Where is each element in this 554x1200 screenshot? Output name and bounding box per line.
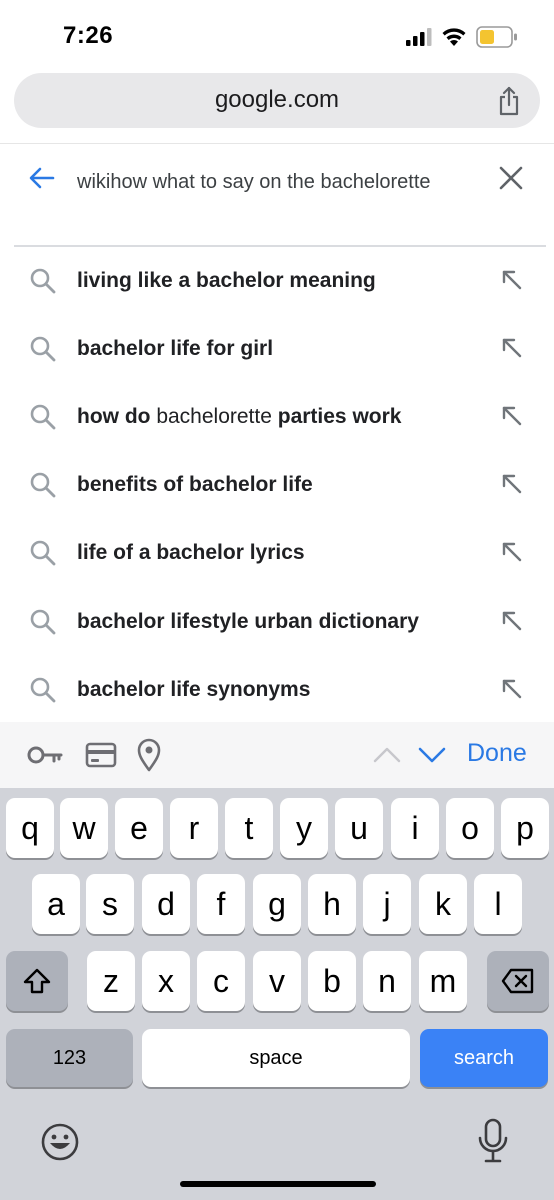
cellular-signal-icon xyxy=(406,28,432,46)
key-d[interactable]: d xyxy=(142,874,190,934)
key-k[interactable]: k xyxy=(419,874,467,934)
key-icon[interactable] xyxy=(27,743,63,767)
key-c[interactable]: c xyxy=(197,951,245,1011)
search-key[interactable]: search xyxy=(420,1029,548,1087)
shift-icon xyxy=(23,968,51,994)
keyboard-accessory-bar: Done xyxy=(0,722,554,788)
url-text[interactable]: google.com xyxy=(14,86,540,114)
numbers-key[interactable]: 123 xyxy=(6,1029,133,1087)
key-j[interactable]: j xyxy=(363,874,411,934)
suggestion-text: bachelor life for girl xyxy=(77,337,273,361)
suggestion-text: living like a bachelor meaning xyxy=(77,269,376,293)
suggestion-text: how do bachelorette parties work xyxy=(77,405,401,429)
suggestion-bold: life of a bachelor lyrics xyxy=(77,541,305,564)
suggestion-item[interactable]: living like a bachelor meaning xyxy=(0,248,554,316)
suggestion-item[interactable]: bachelor life for girl xyxy=(0,316,554,384)
fill-query-arrow-icon[interactable] xyxy=(500,268,524,292)
key-f[interactable]: f xyxy=(197,874,245,934)
fill-query-arrow-icon[interactable] xyxy=(500,404,524,428)
chevron-down-icon[interactable] xyxy=(417,744,447,766)
suggestion-item[interactable]: benefits of bachelor life xyxy=(0,452,554,520)
key-o[interactable]: o xyxy=(446,798,494,858)
key-w[interactable]: w xyxy=(60,798,108,858)
search-icon xyxy=(30,677,56,703)
fill-query-arrow-icon[interactable] xyxy=(500,336,524,360)
search-icon xyxy=(30,336,56,362)
key-h[interactable]: h xyxy=(308,874,356,934)
suggestion-bold: bachelor life synonyms xyxy=(77,678,311,701)
suggestion-item[interactable]: how do bachelorette parties work xyxy=(0,384,554,452)
search-icon xyxy=(30,268,56,294)
keyboard: 123 space search qwertyuiop asdfghjkl zxcv… xyxy=(0,788,554,1200)
back-arrow-icon[interactable] xyxy=(28,164,56,192)
divider xyxy=(14,245,546,247)
key-v[interactable]: v xyxy=(253,951,301,1011)
microphone-icon[interactable] xyxy=(476,1118,510,1164)
suggestion-bold: bachelor lifestyle urban dictionary xyxy=(77,610,419,633)
key-y[interactable]: y xyxy=(280,798,328,858)
key-z[interactable]: z xyxy=(87,951,135,1011)
search-icon xyxy=(30,540,56,566)
suggestion-bold: how do xyxy=(77,405,151,428)
address-bar[interactable]: google.com xyxy=(14,73,540,128)
fill-query-arrow-icon[interactable] xyxy=(500,540,524,564)
divider xyxy=(0,143,554,144)
fill-query-arrow-icon[interactable] xyxy=(500,677,524,701)
key-i[interactable]: i xyxy=(391,798,439,858)
key-n[interactable]: n xyxy=(363,951,411,1011)
fill-query-arrow-icon[interactable] xyxy=(500,609,524,633)
key-x[interactable]: x xyxy=(142,951,190,1011)
key-m[interactable]: m xyxy=(419,951,467,1011)
suggestion-bold: benefits of bachelor life xyxy=(77,473,313,496)
search-input[interactable]: wikihow what to say on the bachelorette xyxy=(77,166,457,198)
space-key[interactable]: space xyxy=(142,1029,410,1087)
clear-icon[interactable] xyxy=(497,164,525,192)
suggestion-item[interactable]: bachelor lifestyle urban dictionary xyxy=(0,589,554,657)
status-time: 7:26 xyxy=(63,22,114,49)
shift-key[interactable] xyxy=(6,951,68,1011)
suggestion-text: life of a bachelor lyrics xyxy=(77,541,305,565)
credit-card-icon[interactable] xyxy=(85,740,117,770)
key-p[interactable]: p xyxy=(501,798,549,858)
chevron-up-icon[interactable] xyxy=(372,744,402,766)
key-r[interactable]: r xyxy=(170,798,218,858)
suggestion-item[interactable]: life of a bachelor lyrics xyxy=(0,520,554,588)
key-q[interactable]: q xyxy=(6,798,54,858)
key-e[interactable]: e xyxy=(115,798,163,858)
search-icon xyxy=(30,609,56,635)
suggestion-bold: living like a bachelor meaning xyxy=(77,269,376,292)
location-pin-icon[interactable] xyxy=(136,738,162,772)
key-t[interactable]: t xyxy=(225,798,273,858)
battery-icon xyxy=(476,26,517,48)
backspace-key[interactable] xyxy=(487,951,549,1011)
home-indicator xyxy=(180,1181,376,1187)
suggestion-bold-tail: parties work xyxy=(277,405,402,428)
fill-query-arrow-icon[interactable] xyxy=(500,472,524,496)
status-bar: 7:26 xyxy=(0,0,554,70)
suggestion-text: benefits of bachelor life xyxy=(77,473,313,497)
wifi-icon xyxy=(442,28,466,46)
key-l[interactable]: l xyxy=(474,874,522,934)
key-s[interactable]: s xyxy=(86,874,134,934)
key-b[interactable]: b xyxy=(308,951,356,1011)
key-a[interactable]: a xyxy=(32,874,80,934)
key-g[interactable]: g xyxy=(253,874,301,934)
suggestion-bold: bachelor life for girl xyxy=(77,337,274,360)
backspace-icon xyxy=(501,968,534,994)
suggestion-plain: bachelorette xyxy=(150,405,278,428)
suggestion-text: bachelor life synonyms xyxy=(77,678,310,702)
share-icon[interactable] xyxy=(496,86,522,116)
suggestion-text: bachelor lifestyle urban dictionary xyxy=(77,610,419,634)
search-icon xyxy=(30,472,56,498)
search-icon xyxy=(30,404,56,430)
done-button[interactable]: Done xyxy=(467,739,527,768)
key-u[interactable]: u xyxy=(335,798,383,858)
suggestion-item[interactable]: bachelor life synonyms xyxy=(0,657,554,725)
emoji-icon[interactable] xyxy=(40,1122,80,1162)
